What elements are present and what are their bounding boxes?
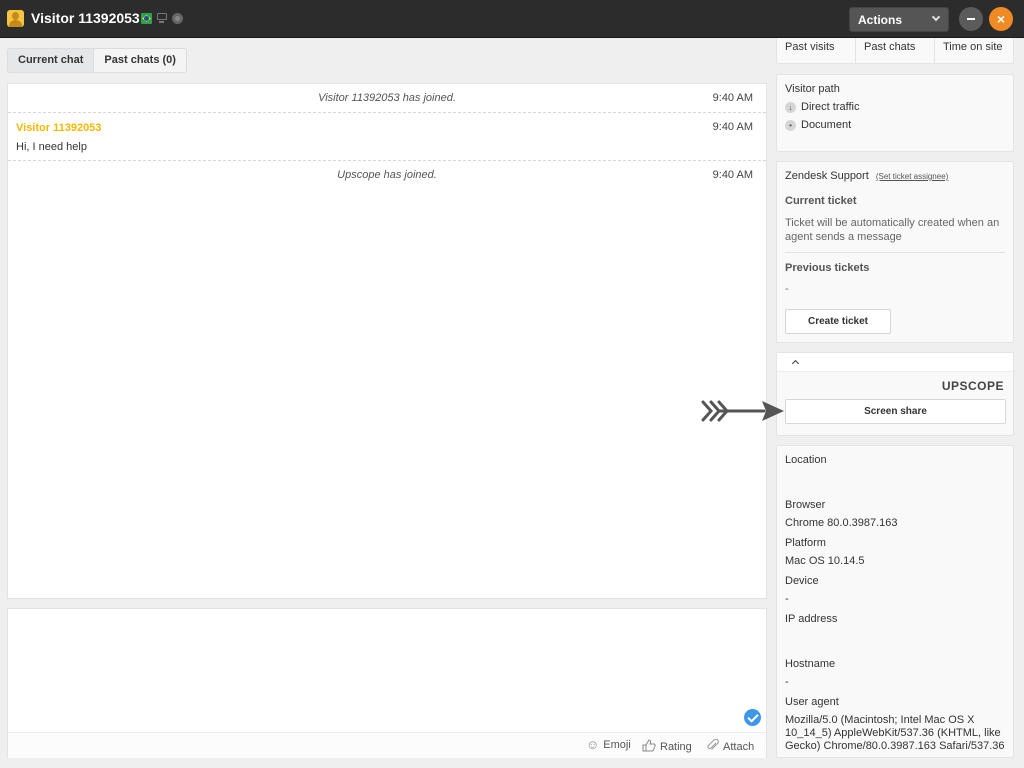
message-input[interactable]	[8, 609, 766, 732]
emoji-label: Emoji	[603, 739, 631, 751]
visitor-path-label: Visitor path	[785, 83, 840, 95]
detail-value: -	[785, 676, 789, 688]
visitor-path-card: Visitor path ↓ Direct traffic • Document	[776, 74, 1014, 152]
detail-value: Chrome 80.0.3987.163	[785, 517, 898, 529]
detail-value: -	[785, 593, 789, 605]
desktop-icon	[157, 13, 167, 23]
detail-label: Location	[785, 454, 827, 466]
visitor-message: Visitor 11392053 Hi, I need help 9:40 AM	[8, 113, 766, 161]
tab-past-chats[interactable]: Past chats (0)	[93, 49, 186, 72]
emoji-button[interactable]: ☺ Emoji	[586, 737, 631, 752]
window-title: Visitor 11392053	[31, 10, 140, 26]
detail-hostname: Hostname -	[785, 658, 1005, 689]
detail-value	[785, 631, 1005, 651]
rating-button[interactable]: Rating	[642, 739, 692, 754]
system-message: Visitor 11392053 has joined. 9:40 AM	[8, 84, 766, 113]
detail-label: Platform	[785, 537, 826, 549]
detail-device: Device -	[785, 575, 1005, 606]
attach-button[interactable]: Attach	[706, 738, 755, 754]
dot-icon: •	[785, 119, 796, 131]
minimize-button[interactable]	[959, 7, 983, 31]
message-time: 9:40 AM	[712, 92, 753, 104]
message-time: 9:40 AM	[712, 169, 753, 181]
actions-dropdown[interactable]: Actions	[849, 7, 949, 32]
upscope-header	[777, 353, 1013, 372]
previous-tickets-label: Previous tickets	[785, 262, 870, 274]
chat-tabs: Current chat Past chats (0)	[7, 48, 187, 73]
paperclip-icon	[706, 738, 719, 754]
detail-location: Location	[785, 454, 1005, 492]
create-ticket-button[interactable]: Create ticket	[785, 309, 891, 334]
detail-label: Device	[785, 575, 819, 587]
title-bar: Visitor 11392053 Actions ×	[0, 0, 1024, 38]
set-ticket-assignee-link[interactable]: (Set ticket assignee)	[876, 172, 948, 181]
previous-tickets-value: -	[785, 283, 789, 295]
emoji-icon: ☺	[586, 737, 600, 752]
zendesk-title-row: Zendesk Support (Set ticket assignee)	[785, 170, 1005, 182]
path-item: ↓ Direct traffic	[785, 101, 1005, 113]
visitor-message-text: Hi, I need help	[16, 141, 87, 153]
path-item-label: Document	[801, 119, 852, 131]
path-item: • Document	[785, 119, 1005, 131]
chevron-up-icon[interactable]	[791, 359, 800, 368]
detail-browser: Browser Chrome 80.0.3987.163	[785, 499, 1005, 530]
stat-past-visits[interactable]: Past visits	[777, 38, 855, 63]
rating-label: Rating	[660, 740, 692, 753]
arrow-down-icon: ↓	[785, 101, 796, 113]
detail-label: Hostname	[785, 658, 836, 670]
visitor-details-card: Location Browser Chrome 80.0.3987.163 Pl…	[776, 445, 1014, 758]
close-button[interactable]: ×	[989, 7, 1013, 31]
visitor-stats-tabs: Past visits Past chats Time on site	[776, 38, 1014, 64]
status-icon	[172, 13, 183, 24]
composer-toolbar: ☺ Emoji Rating Attach	[8, 732, 766, 758]
check-icon[interactable]	[744, 709, 761, 726]
chat-log: Visitor 11392053 has joined. 9:40 AM Vis…	[7, 83, 767, 599]
zendesk-title: Zendesk Support	[785, 170, 869, 182]
divider	[785, 252, 1005, 253]
current-ticket-label: Current ticket	[785, 195, 857, 207]
detail-user-agent: User agent Mozilla/5.0 (Macintosh; Intel…	[785, 696, 1005, 753]
stat-time-on-site[interactable]: Time on site	[934, 38, 1013, 63]
tab-current-chat[interactable]: Current chat	[8, 49, 94, 72]
detail-value: Mozilla/5.0 (Macintosh; Intel Mac OS X 1…	[785, 714, 1005, 752]
upscope-card: UPSCOPE Screen share	[776, 352, 1014, 436]
detail-label: Browser	[785, 499, 826, 511]
message-time: 9:40 AM	[712, 121, 753, 133]
upscope-logo: UPSCOPE	[941, 379, 1004, 393]
attach-label: Attach	[723, 740, 755, 753]
system-message-text: Visitor 11392053 has joined.	[318, 92, 456, 104]
system-message: Upscope has joined. 9:40 AM	[8, 161, 766, 190]
message-composer: ☺ Emoji Rating Attach	[7, 608, 767, 758]
zendesk-card: Zendesk Support (Set ticket assignee) Cu…	[776, 161, 1014, 343]
current-ticket-text: Ticket will be automatically created whe…	[785, 217, 1000, 243]
close-icon: ×	[996, 11, 1006, 27]
chevron-down-icon	[931, 12, 941, 22]
actions-label: Actions	[858, 13, 903, 27]
detail-ip-address: IP address	[785, 613, 1005, 651]
stat-past-chats[interactable]: Past chats	[855, 38, 934, 63]
avatar-icon	[7, 10, 24, 27]
brazil-flag-icon	[141, 13, 152, 24]
detail-platform: Platform Mac OS 10.14.5	[785, 537, 1005, 568]
detail-value: Mac OS 10.14.5	[785, 555, 865, 567]
screen-share-button[interactable]: Screen share	[785, 399, 1006, 424]
detail-value	[785, 472, 1005, 492]
arrow-pointer-icon	[701, 400, 784, 422]
path-item-label: Direct traffic	[801, 101, 860, 113]
visitor-name: Visitor 11392053	[16, 122, 102, 134]
system-message-text: Upscope has joined.	[337, 169, 437, 181]
detail-label: IP address	[785, 613, 838, 625]
detail-label: User agent	[785, 696, 839, 708]
thumbs-up-icon	[642, 739, 656, 754]
